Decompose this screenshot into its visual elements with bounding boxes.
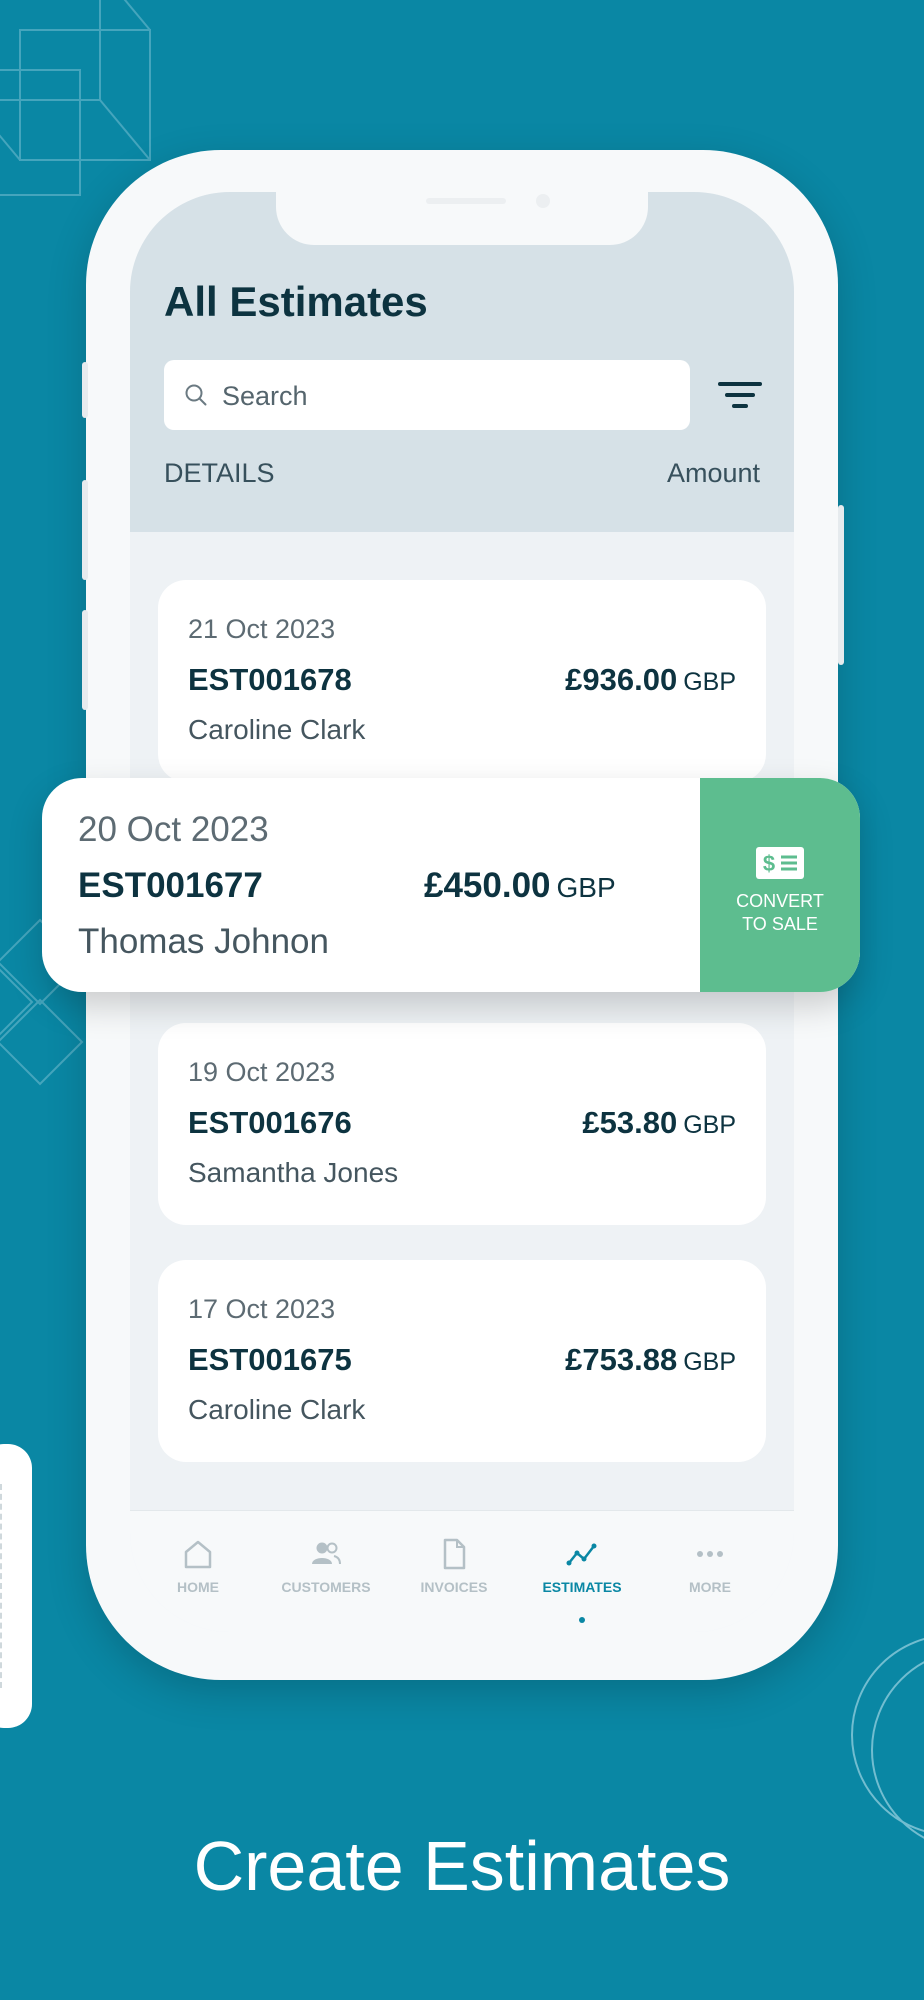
- estimate-number: EST001675: [188, 1342, 352, 1377]
- phone-button: [82, 362, 88, 418]
- notch: [276, 192, 648, 245]
- nav-label: MORE: [689, 1579, 731, 1595]
- estimate-amount: £53.80 GBP: [582, 1105, 736, 1140]
- nav-invoices[interactable]: INVOICES: [390, 1537, 518, 1595]
- currency-code: GBP: [683, 1348, 736, 1376]
- estimate-amount: £936.00 GBP: [565, 662, 736, 697]
- estimate-date: 21 Oct 2023: [188, 614, 336, 644]
- more-icon: [697, 1551, 723, 1557]
- estimate-date: 20 Oct 2023: [78, 810, 269, 849]
- estimate-card[interactable]: 19 Oct 2023 EST001676 £53.80 GBP Samantha…: [158, 1023, 766, 1225]
- estimates-icon: [566, 1543, 597, 1566]
- side-panel: [0, 1444, 32, 1728]
- nav-home[interactable]: HOME: [134, 1537, 262, 1595]
- page-title: All Estimates: [164, 278, 428, 325]
- search-icon: [185, 384, 207, 406]
- bottom-nav: HOME CUSTOMERS INVOICES ESTIMATES MORE: [130, 1510, 794, 1632]
- nav-label: ESTIMATES: [542, 1579, 622, 1595]
- invoice-icon: [443, 1538, 466, 1570]
- estimate-number: EST001676: [188, 1105, 352, 1140]
- amount-column-header: Amount: [666, 458, 760, 488]
- convert-label: CONVERT TO SALE: [736, 891, 824, 934]
- phone-button: [82, 480, 88, 580]
- customers-icon: [312, 1542, 341, 1565]
- filter-icon[interactable]: [714, 372, 766, 418]
- convert-to-sale-button[interactable]: $ CONVERT TO SALE: [700, 778, 860, 992]
- home-icon: [184, 1540, 212, 1569]
- nav-more[interactable]: MORE: [646, 1537, 774, 1595]
- search-box[interactable]: [164, 360, 690, 430]
- estimate-card-swiped[interactable]: 20 Oct 2023 EST001677 £450.00 GBP Thomas …: [42, 778, 860, 992]
- nav-customers[interactable]: CUSTOMERS: [262, 1537, 390, 1595]
- search-input[interactable]: [220, 372, 664, 420]
- currency-code: GBP: [683, 1111, 736, 1139]
- currency-code: GBP: [683, 668, 736, 696]
- svg-text:$: $: [763, 851, 775, 876]
- phone-button: [838, 505, 844, 665]
- dollar-bill-icon: $: [756, 847, 804, 879]
- nav-label: CUSTOMERS: [281, 1579, 371, 1595]
- estimate-date: 17 Oct 2023: [188, 1294, 336, 1324]
- customer-name: Thomas Johnon: [78, 922, 329, 961]
- estimate-date: 19 Oct 2023: [188, 1057, 336, 1087]
- tagline: Create Estimates: [193, 1827, 731, 1905]
- estimate-number: EST001678: [188, 662, 352, 697]
- nav-label: HOME: [177, 1579, 219, 1595]
- circle-decoration: [851, 1637, 924, 1839]
- customer-name: Samantha Jones: [188, 1157, 399, 1188]
- estimate-amount: £753.88 GBP: [565, 1342, 736, 1377]
- estimate-amount: £450.00 GBP: [424, 866, 616, 905]
- customer-name: Caroline Clark: [188, 1394, 366, 1425]
- phone-button: [82, 610, 88, 710]
- customer-name: Caroline Clark: [188, 714, 366, 745]
- estimate-card[interactable]: 21 Oct 2023 EST001678 £936.00 GBP Carolin…: [158, 580, 766, 782]
- nav-estimates[interactable]: ESTIMATES: [518, 1537, 646, 1623]
- active-indicator: [579, 1617, 585, 1623]
- estimate-card[interactable]: 17 Oct 2023 EST001675 £753.88 GBP Carolin…: [158, 1260, 766, 1462]
- currency-code: GBP: [556, 872, 616, 903]
- estimate-number: EST001677: [78, 866, 263, 905]
- nav-label: INVOICES: [420, 1579, 488, 1595]
- details-column-header: DETAILS: [164, 458, 275, 488]
